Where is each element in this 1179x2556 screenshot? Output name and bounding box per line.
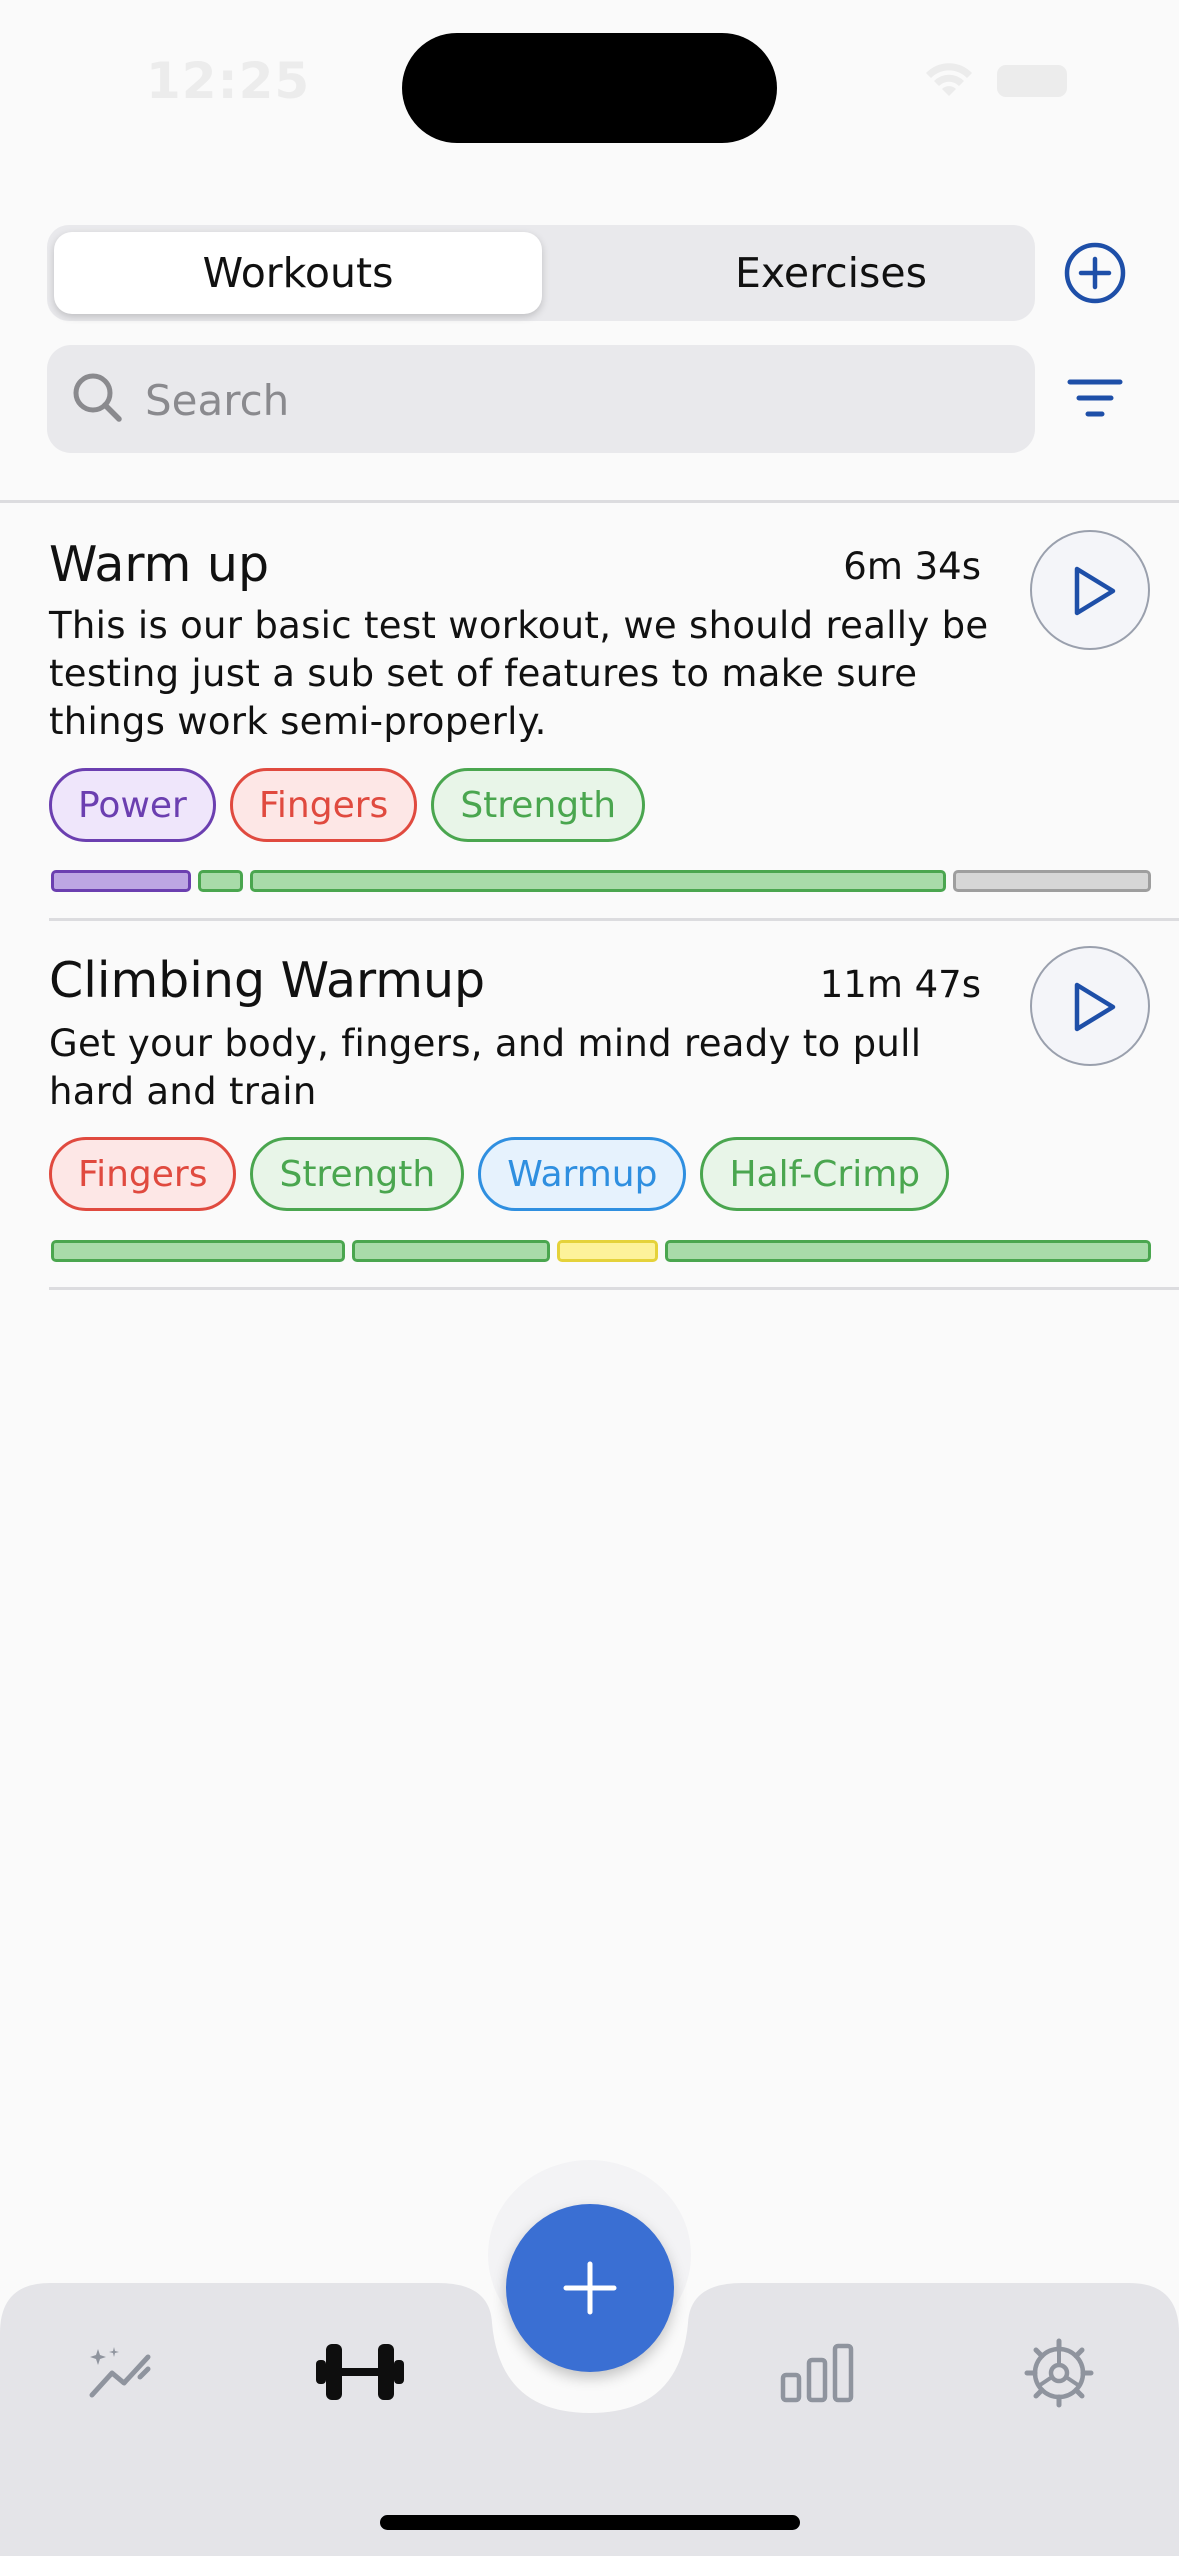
gear-icon[interactable]: [1024, 2338, 1094, 2408]
tag-chip[interactable]: Strength: [431, 768, 646, 842]
add-workout-fab[interactable]: [506, 2204, 674, 2372]
tag-chip[interactable]: Strength: [250, 1137, 465, 1211]
bar-chart-icon[interactable]: [780, 2343, 854, 2403]
workout-segment: [351, 1240, 550, 1262]
plus-icon: [563, 2261, 617, 2315]
workout-segment: [51, 1240, 345, 1262]
status-icons: [923, 62, 1067, 100]
play-workout-button[interactable]: [1030, 530, 1150, 650]
search-icon: [73, 373, 122, 422]
sparkle-chart-icon[interactable]: [86, 2343, 156, 2403]
workout-description: Get your body, fingers, and mind ready t…: [49, 1022, 922, 1113]
status-time: 12:25: [146, 52, 311, 110]
dumbbell-icon[interactable]: [314, 2340, 406, 2404]
tag-chip[interactable]: Warmup: [478, 1137, 687, 1211]
workout-segment-bar: [51, 870, 1151, 892]
tag-chip[interactable]: Half-Crimp: [700, 1137, 950, 1211]
workout-card[interactable]: Warm up 6m 34s This is our basic test wo…: [0, 500, 1179, 918]
workout-segment: [51, 870, 192, 892]
dynamic-island: [402, 33, 777, 143]
workout-segment: [249, 870, 947, 892]
workout-segment: [198, 870, 243, 892]
workout-title: Warm up: [49, 536, 270, 593]
workout-segment: [953, 870, 1151, 892]
card-divider: [49, 1287, 1179, 1290]
search-input[interactable]: [143, 345, 1007, 455]
workouts-exercises-toggle: Workouts Exercises: [47, 225, 1035, 321]
workout-card[interactable]: Climbing Warmup 11m 47s Get your body, f…: [0, 918, 1179, 1288]
home-indicator: [380, 2515, 800, 2530]
play-icon: [1074, 566, 1116, 616]
workout-segment-bar: [51, 1240, 1151, 1262]
tab-exercises[interactable]: Exercises: [587, 232, 1075, 314]
tag-chip[interactable]: Fingers: [229, 768, 418, 842]
workout-title: Climbing Warmup: [49, 952, 486, 1009]
search-bar: [47, 345, 1035, 455]
tab-workouts[interactable]: Workouts: [54, 232, 542, 314]
add-circle-icon[interactable]: [1064, 242, 1126, 304]
workout-duration: 11m 47s: [819, 963, 981, 1006]
play-workout-button[interactable]: [1030, 946, 1150, 1066]
workout-duration: 6m 34s: [843, 545, 981, 588]
status-bar: 12:25: [0, 0, 1179, 170]
tag-list: Power Fingers Strength: [49, 768, 646, 842]
filter-icon[interactable]: [1064, 372, 1126, 424]
tag-chip[interactable]: Power: [49, 768, 216, 842]
workout-segment: [665, 1240, 1151, 1262]
battery-icon: [997, 65, 1067, 97]
workout-segment: [556, 1240, 659, 1262]
play-icon: [1074, 982, 1116, 1032]
wifi-icon: [926, 63, 972, 96]
tag-chip[interactable]: Fingers: [49, 1137, 237, 1211]
tag-list: Fingers Strength Warmup Half-Crimp: [49, 1137, 950, 1211]
workout-description: This is our basic test workout, we shoul…: [49, 604, 989, 743]
